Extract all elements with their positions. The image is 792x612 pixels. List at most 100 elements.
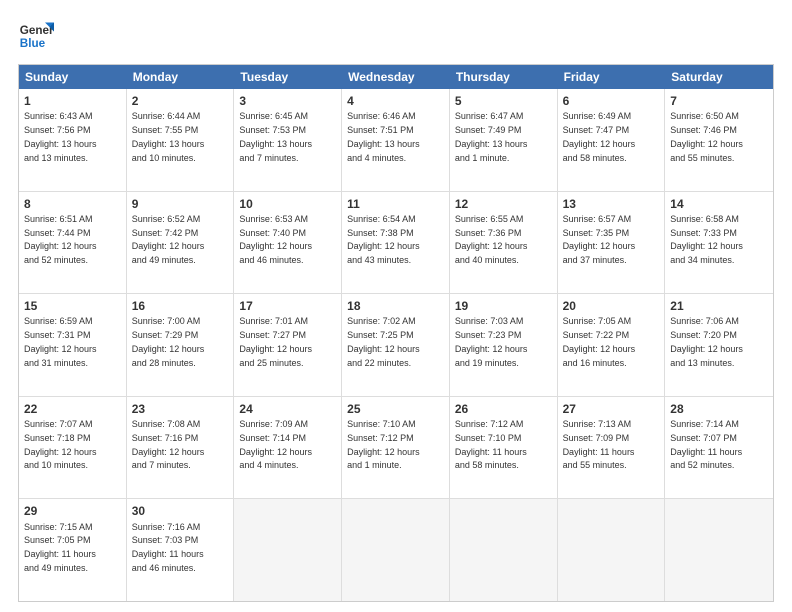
day-info: Sunrise: 6:54 AM Sunset: 7:38 PM Dayligh… [347, 214, 420, 265]
calendar-day-14: 14 Sunrise: 6:58 AM Sunset: 7:33 PM Dayli… [665, 192, 773, 294]
calendar-day-13: 13 Sunrise: 6:57 AM Sunset: 7:35 PM Dayli… [558, 192, 666, 294]
calendar-day-23: 23 Sunrise: 7:08 AM Sunset: 7:16 PM Dayli… [127, 397, 235, 499]
calendar-day-24: 24 Sunrise: 7:09 AM Sunset: 7:14 PM Dayli… [234, 397, 342, 499]
day-info: Sunrise: 6:50 AM Sunset: 7:46 PM Dayligh… [670, 111, 743, 162]
calendar-week-2: 8 Sunrise: 6:51 AM Sunset: 7:44 PM Daylig… [19, 192, 773, 295]
calendar-day-22: 22 Sunrise: 7:07 AM Sunset: 7:18 PM Dayli… [19, 397, 127, 499]
header-day-wednesday: Wednesday [342, 65, 450, 89]
calendar-week-5: 29 Sunrise: 7:15 AM Sunset: 7:05 PM Dayli… [19, 499, 773, 601]
header-day-tuesday: Tuesday [234, 65, 342, 89]
calendar-week-4: 22 Sunrise: 7:07 AM Sunset: 7:18 PM Dayli… [19, 397, 773, 500]
day-number: 11 [347, 196, 444, 212]
calendar-body: 1 Sunrise: 6:43 AM Sunset: 7:56 PM Daylig… [19, 89, 773, 601]
day-info: Sunrise: 6:46 AM Sunset: 7:51 PM Dayligh… [347, 111, 420, 162]
day-number: 19 [455, 298, 552, 314]
day-info: Sunrise: 6:43 AM Sunset: 7:56 PM Dayligh… [24, 111, 97, 162]
day-number: 15 [24, 298, 121, 314]
day-number: 18 [347, 298, 444, 314]
day-number: 16 [132, 298, 229, 314]
calendar-day-4: 4 Sunrise: 6:46 AM Sunset: 7:51 PM Daylig… [342, 89, 450, 191]
calendar-header: SundayMondayTuesdayWednesdayThursdayFrid… [19, 65, 773, 89]
calendar-day-28: 28Sunrise: 7:14 AM Sunset: 7:07 PM Dayli… [665, 397, 773, 499]
day-number: 1 [24, 93, 121, 109]
day-info: Sunrise: 7:02 AM Sunset: 7:25 PM Dayligh… [347, 316, 420, 367]
calendar-day-18: 18 Sunrise: 7:02 AM Sunset: 7:25 PM Dayli… [342, 294, 450, 396]
calendar-day-9: 9Sunrise: 6:52 AM Sunset: 7:42 PM Daylig… [127, 192, 235, 294]
day-number: 12 [455, 196, 552, 212]
day-number: 10 [239, 196, 336, 212]
calendar-week-3: 15 Sunrise: 6:59 AM Sunset: 7:31 PM Dayli… [19, 294, 773, 397]
calendar-day-2: 2 Sunrise: 6:44 AM Sunset: 7:55 PM Daylig… [127, 89, 235, 191]
header-day-friday: Friday [558, 65, 666, 89]
day-info: Sunrise: 7:00 AM Sunset: 7:29 PM Dayligh… [132, 316, 205, 367]
day-number: 5 [455, 93, 552, 109]
day-number: 2 [132, 93, 229, 109]
calendar-day-10: 10 Sunrise: 6:53 AM Sunset: 7:40 PM Dayli… [234, 192, 342, 294]
day-number: 24 [239, 401, 336, 417]
calendar-day-20: 20 Sunrise: 7:05 AM Sunset: 7:22 PM Dayli… [558, 294, 666, 396]
day-info: Sunrise: 6:59 AM Sunset: 7:31 PM Dayligh… [24, 316, 97, 367]
calendar-day-21: 21 Sunrise: 7:06 AM Sunset: 7:20 PM Dayli… [665, 294, 773, 396]
day-number: 17 [239, 298, 336, 314]
calendar-day-30: 30 Sunrise: 7:16 AM Sunset: 7:03 PM Dayli… [127, 499, 235, 601]
day-number: 14 [670, 196, 768, 212]
header-day-saturday: Saturday [665, 65, 773, 89]
day-number: 3 [239, 93, 336, 109]
day-info: Sunrise: 6:55 AM Sunset: 7:36 PM Dayligh… [455, 214, 528, 265]
calendar-day-26: 26Sunrise: 7:12 AM Sunset: 7:10 PM Dayli… [450, 397, 558, 499]
day-info: Sunrise: 7:09 AM Sunset: 7:14 PM Dayligh… [239, 419, 312, 470]
calendar-day-11: 11 Sunrise: 6:54 AM Sunset: 7:38 PM Dayli… [342, 192, 450, 294]
day-number: 21 [670, 298, 768, 314]
day-info: Sunrise: 7:06 AM Sunset: 7:20 PM Dayligh… [670, 316, 743, 367]
day-number: 29 [24, 503, 121, 519]
day-number: 23 [132, 401, 229, 417]
day-info: Sunrise: 7:13 AM Sunset: 7:09 PM Dayligh… [563, 419, 635, 470]
day-info: Sunrise: 7:10 AM Sunset: 7:12 PM Dayligh… [347, 419, 420, 470]
calendar-day-15: 15 Sunrise: 6:59 AM Sunset: 7:31 PM Dayli… [19, 294, 127, 396]
day-info: Sunrise: 7:05 AM Sunset: 7:22 PM Dayligh… [563, 316, 636, 367]
logo: General Blue [18, 18, 58, 54]
day-info: Sunrise: 6:51 AM Sunset: 7:44 PM Dayligh… [24, 214, 97, 265]
calendar-day-3: 3 Sunrise: 6:45 AM Sunset: 7:53 PM Daylig… [234, 89, 342, 191]
calendar-day-5: 5 Sunrise: 6:47 AM Sunset: 7:49 PM Daylig… [450, 89, 558, 191]
calendar-day-29: 29 Sunrise: 7:15 AM Sunset: 7:05 PM Dayli… [19, 499, 127, 601]
day-info: Sunrise: 6:47 AM Sunset: 7:49 PM Dayligh… [455, 111, 528, 162]
day-info: Sunrise: 6:49 AM Sunset: 7:47 PM Dayligh… [563, 111, 636, 162]
calendar-day-17: 17Sunrise: 7:01 AM Sunset: 7:27 PM Dayli… [234, 294, 342, 396]
day-info: Sunrise: 7:16 AM Sunset: 7:03 PM Dayligh… [132, 522, 204, 573]
day-info: Sunrise: 6:53 AM Sunset: 7:40 PM Dayligh… [239, 214, 312, 265]
calendar-day-1: 1 Sunrise: 6:43 AM Sunset: 7:56 PM Daylig… [19, 89, 127, 191]
day-info: Sunrise: 7:15 AM Sunset: 7:05 PM Dayligh… [24, 522, 96, 573]
header-day-monday: Monday [127, 65, 235, 89]
day-info: Sunrise: 6:57 AM Sunset: 7:35 PM Dayligh… [563, 214, 636, 265]
calendar-day-empty [234, 499, 342, 601]
calendar-day-empty [558, 499, 666, 601]
calendar-day-27: 27 Sunrise: 7:13 AM Sunset: 7:09 PM Dayli… [558, 397, 666, 499]
calendar-day-8: 8 Sunrise: 6:51 AM Sunset: 7:44 PM Daylig… [19, 192, 127, 294]
calendar-week-1: 1 Sunrise: 6:43 AM Sunset: 7:56 PM Daylig… [19, 89, 773, 192]
day-number: 30 [132, 503, 229, 519]
header-day-thursday: Thursday [450, 65, 558, 89]
day-number: 22 [24, 401, 121, 417]
calendar-day-12: 12 Sunrise: 6:55 AM Sunset: 7:36 PM Dayli… [450, 192, 558, 294]
day-info: Sunrise: 6:52 AM Sunset: 7:42 PM Dayligh… [132, 214, 205, 265]
day-number: 27 [563, 401, 660, 417]
day-number: 13 [563, 196, 660, 212]
day-number: 4 [347, 93, 444, 109]
day-number: 8 [24, 196, 121, 212]
day-info: Sunrise: 6:44 AM Sunset: 7:55 PM Dayligh… [132, 111, 205, 162]
day-number: 28 [670, 401, 768, 417]
calendar-day-7: 7Sunrise: 6:50 AM Sunset: 7:46 PM Daylig… [665, 89, 773, 191]
day-number: 26 [455, 401, 552, 417]
calendar-day-19: 19 Sunrise: 7:03 AM Sunset: 7:23 PM Dayli… [450, 294, 558, 396]
logo-icon: General Blue [18, 18, 54, 54]
day-info: Sunrise: 6:58 AM Sunset: 7:33 PM Dayligh… [670, 214, 743, 265]
header-day-sunday: Sunday [19, 65, 127, 89]
day-info: Sunrise: 7:03 AM Sunset: 7:23 PM Dayligh… [455, 316, 528, 367]
day-info: Sunrise: 6:45 AM Sunset: 7:53 PM Dayligh… [239, 111, 312, 162]
day-info: Sunrise: 7:08 AM Sunset: 7:16 PM Dayligh… [132, 419, 205, 470]
day-number: 25 [347, 401, 444, 417]
day-info: Sunrise: 7:07 AM Sunset: 7:18 PM Dayligh… [24, 419, 97, 470]
day-number: 20 [563, 298, 660, 314]
calendar: SundayMondayTuesdayWednesdayThursdayFrid… [18, 64, 774, 602]
